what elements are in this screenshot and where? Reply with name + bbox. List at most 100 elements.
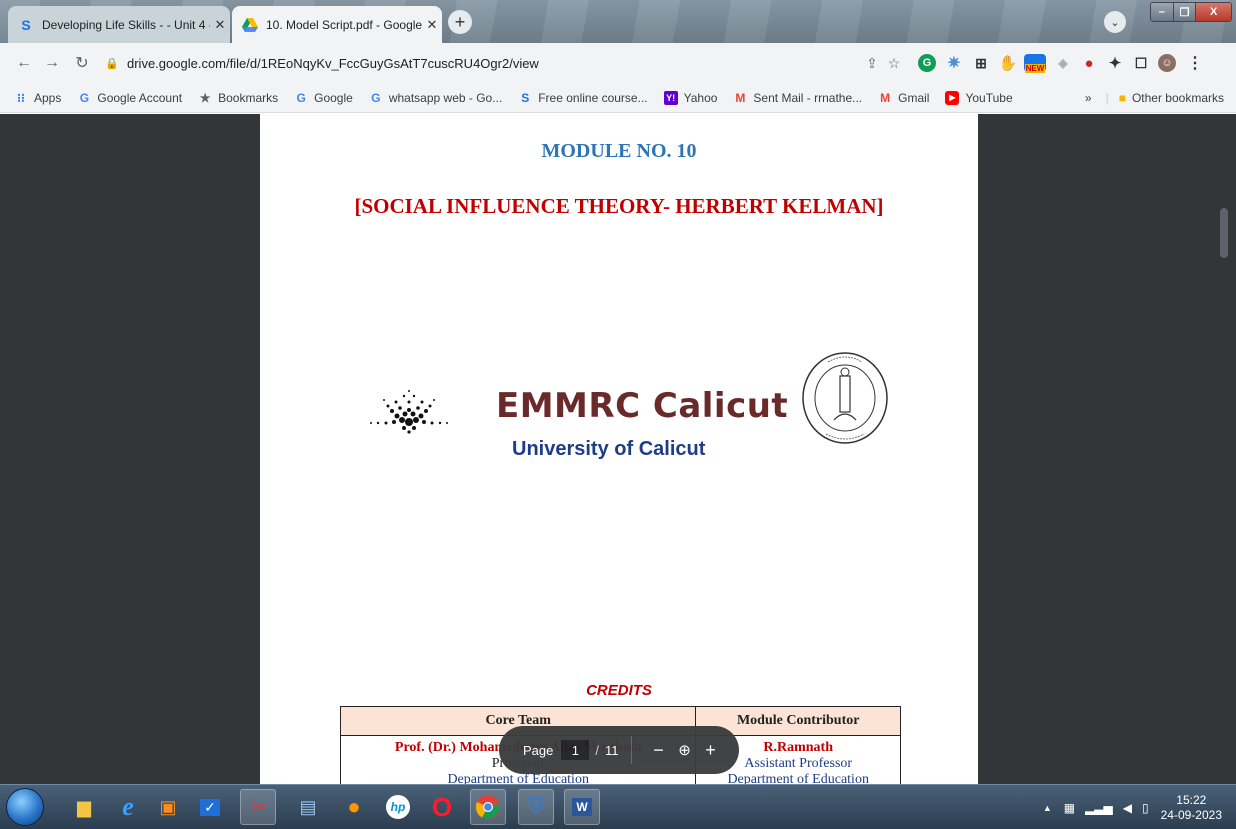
word-icon[interactable]: W [564,789,600,825]
folder-icon: ■ [1118,91,1126,105]
battery-icon[interactable]: ▯ [1142,801,1149,815]
bookmark-free-online[interactable]: S Free online course... [518,91,647,105]
gmail-icon: M [880,90,891,105]
tab-developing-life-skills[interactable]: S Developing Life Skills - - Unit 4 - ✕ [8,6,230,43]
windows-taskbar: ▆ e ▣ ✓ ✂ ▤ ● hp O ⛨ W ▲ ▦ ▂▃▅ ◀ ▯ 15:22… [0,784,1236,829]
page-label: Page [523,742,554,758]
clock-time: 15:22 [1176,792,1207,807]
page-controls: Page 1 / 11 − ⊕ + [499,726,739,774]
page-number-input[interactable]: 1 [561,740,590,760]
minimize-button[interactable]: – [1151,3,1174,21]
snipping-tool-icon[interactable]: ✂ [240,789,276,825]
scrollbar-thumb[interactable] [1220,208,1228,258]
grid-extension-icon[interactable]: ⊞ [972,54,990,72]
window-controls: – ❐ X [1150,2,1232,22]
new-extension-icon[interactable]: NEW [1024,54,1046,73]
reload-button[interactable]: ↻ [72,53,92,73]
gmail-icon: M [735,90,746,105]
divider [630,736,632,764]
youtube-icon: ▶ [945,90,960,105]
zoom-in-icon[interactable]: + [698,740,724,761]
clock-date: 24-09-2023 [1160,807,1222,822]
security-shield-icon[interactable]: ⛨ [518,789,554,825]
university-name: University of Calicut [512,438,706,460]
system-tray: ▲ ▦ ▂▃▅ ◀ ▯ 15:22 24-09-2023 [1043,785,1222,829]
network-icon[interactable]: ▦ [1064,801,1075,815]
drop-extension-icon[interactable]: ◈ [1054,54,1072,72]
tab-close-icon[interactable]: ✕ [422,17,442,33]
menu-kebab-icon[interactable]: ⋮ [1186,54,1204,72]
zoom-out-icon[interactable]: − [646,740,672,761]
yahoo-icon: Y! [663,90,678,105]
other-bookmarks[interactable]: Other bookmarks [1132,91,1224,105]
back-button[interactable]: ← [14,53,34,73]
tab-title: 10. Model Script.pdf - Google Dr [266,17,422,32]
bookmark-star-icon[interactable]: ☆ [883,55,905,72]
star-icon: ★ [199,90,211,105]
browser-toolbar: ← → ↻ 🔒 drive.google.com/file/d/1REoNqyK… [0,43,1236,83]
credits-heading: CREDITS [586,682,652,699]
bookmark-gmail[interactable]: M Gmail [878,91,929,105]
remote-desktop-icon[interactable]: ▤ [290,789,326,825]
tab-title: Developing Life Skills - - Unit 4 - [42,17,210,32]
bookmark-google[interactable]: G Google [294,90,352,105]
firefox-icon[interactable]: ● [336,789,372,825]
chevron-double-right-icon[interactable]: » [1085,91,1092,105]
emmrc-logo-text: EMMRC Calicut [496,386,789,426]
grammarly-extension-icon[interactable]: G [918,54,936,72]
share-icon[interactable]: ⇪ [861,55,883,72]
s-favicon-icon: S [21,16,31,33]
lock-icon: 🔒 [105,57,119,70]
show-hidden-icons-icon[interactable]: ▲ [1043,803,1052,813]
module-number: MODULE NO. 10 [541,140,697,162]
page-total: 11 [605,742,619,758]
task-app-icon[interactable]: ✓ [192,789,228,825]
signal-icon[interactable]: ▂▃▅ [1085,801,1113,815]
close-window-button[interactable]: X [1196,3,1231,21]
bookmarks-bar: ⁝⁝ Apps G Google Account ★ Bookmarks G Googl… [0,83,1236,113]
bookmark-bookmarks[interactable]: ★ Bookmarks [198,91,278,105]
apple-extension-icon[interactable]: ● [1080,54,1098,72]
google-icon: G [296,90,306,105]
chrome-icon[interactable] [470,789,506,825]
university-seal-icon [802,352,888,444]
tab-search-button[interactable]: ⌄ [1104,11,1126,33]
zoom-magnifier-icon[interactable]: ⊕ [672,741,698,759]
bookmark-sent-mail[interactable]: M Sent Mail - rrnathe... [733,91,862,105]
google-drive-icon [242,17,258,33]
file-explorer-icon[interactable]: ▆ [66,789,102,825]
gear-extension-icon[interactable]: ✷ [945,54,963,72]
media-player-icon[interactable]: ▣ [150,789,186,825]
page-separator: / [595,742,599,758]
address-bar[interactable]: 🔒 drive.google.com/file/d/1REoNqyKv_FccG… [105,48,905,78]
tab-close-icon[interactable]: ✕ [210,17,230,33]
restore-button[interactable]: ❐ [1173,3,1197,21]
tab-model-script[interactable]: 10. Model Script.pdf - Google Dr ✕ [232,6,442,43]
bookmark-whatsapp[interactable]: Gwhatsapp web - Go... [369,91,502,105]
pdf-viewer: MODULE NO. 10 [SOCIAL INFLUENCE THEORY- … [0,114,1236,784]
google-icon: G [79,90,90,105]
bookmark-yahoo[interactable]: Y! Yahoo [663,90,717,105]
apps-grid-icon: ⁝⁝ [17,90,25,105]
emmrc-burst-logo-icon [370,390,448,434]
extensions-puzzle-icon[interactable]: ✦ [1106,54,1124,72]
contributor-dept: Department of Education [727,772,869,784]
opera-icon[interactable]: O [424,789,460,825]
profile-avatar-icon[interactable]: ☺ [1158,54,1176,72]
bookmark-google-account[interactable]: G Google Account [77,91,182,105]
volume-icon[interactable]: ◀ [1123,801,1132,815]
forward-button[interactable]: → [42,53,62,73]
hp-icon[interactable]: hp [380,789,416,825]
s-icon: S [521,90,530,105]
hand-extension-icon[interactable]: ✋ [999,54,1018,72]
url-text: drive.google.com/file/d/1REoNqyKv_FccGuy… [127,55,539,71]
side-panel-icon[interactable]: ☐ [1132,54,1150,72]
pdf-page: MODULE NO. 10 [SOCIAL INFLUENCE THEORY- … [260,114,978,784]
bookmark-apps[interactable]: ⁝⁝ Apps [14,91,61,105]
new-tab-button[interactable]: + [448,10,472,34]
internet-explorer-icon[interactable]: e [110,789,146,825]
bookmark-youtube[interactable]: ▶ YouTube [945,90,1013,105]
browser-titlebar: S Developing Life Skills - - Unit 4 - ✕ … [0,0,1236,43]
start-button[interactable] [6,788,44,826]
clock[interactable]: 15:22 24-09-2023 [1161,793,1222,823]
